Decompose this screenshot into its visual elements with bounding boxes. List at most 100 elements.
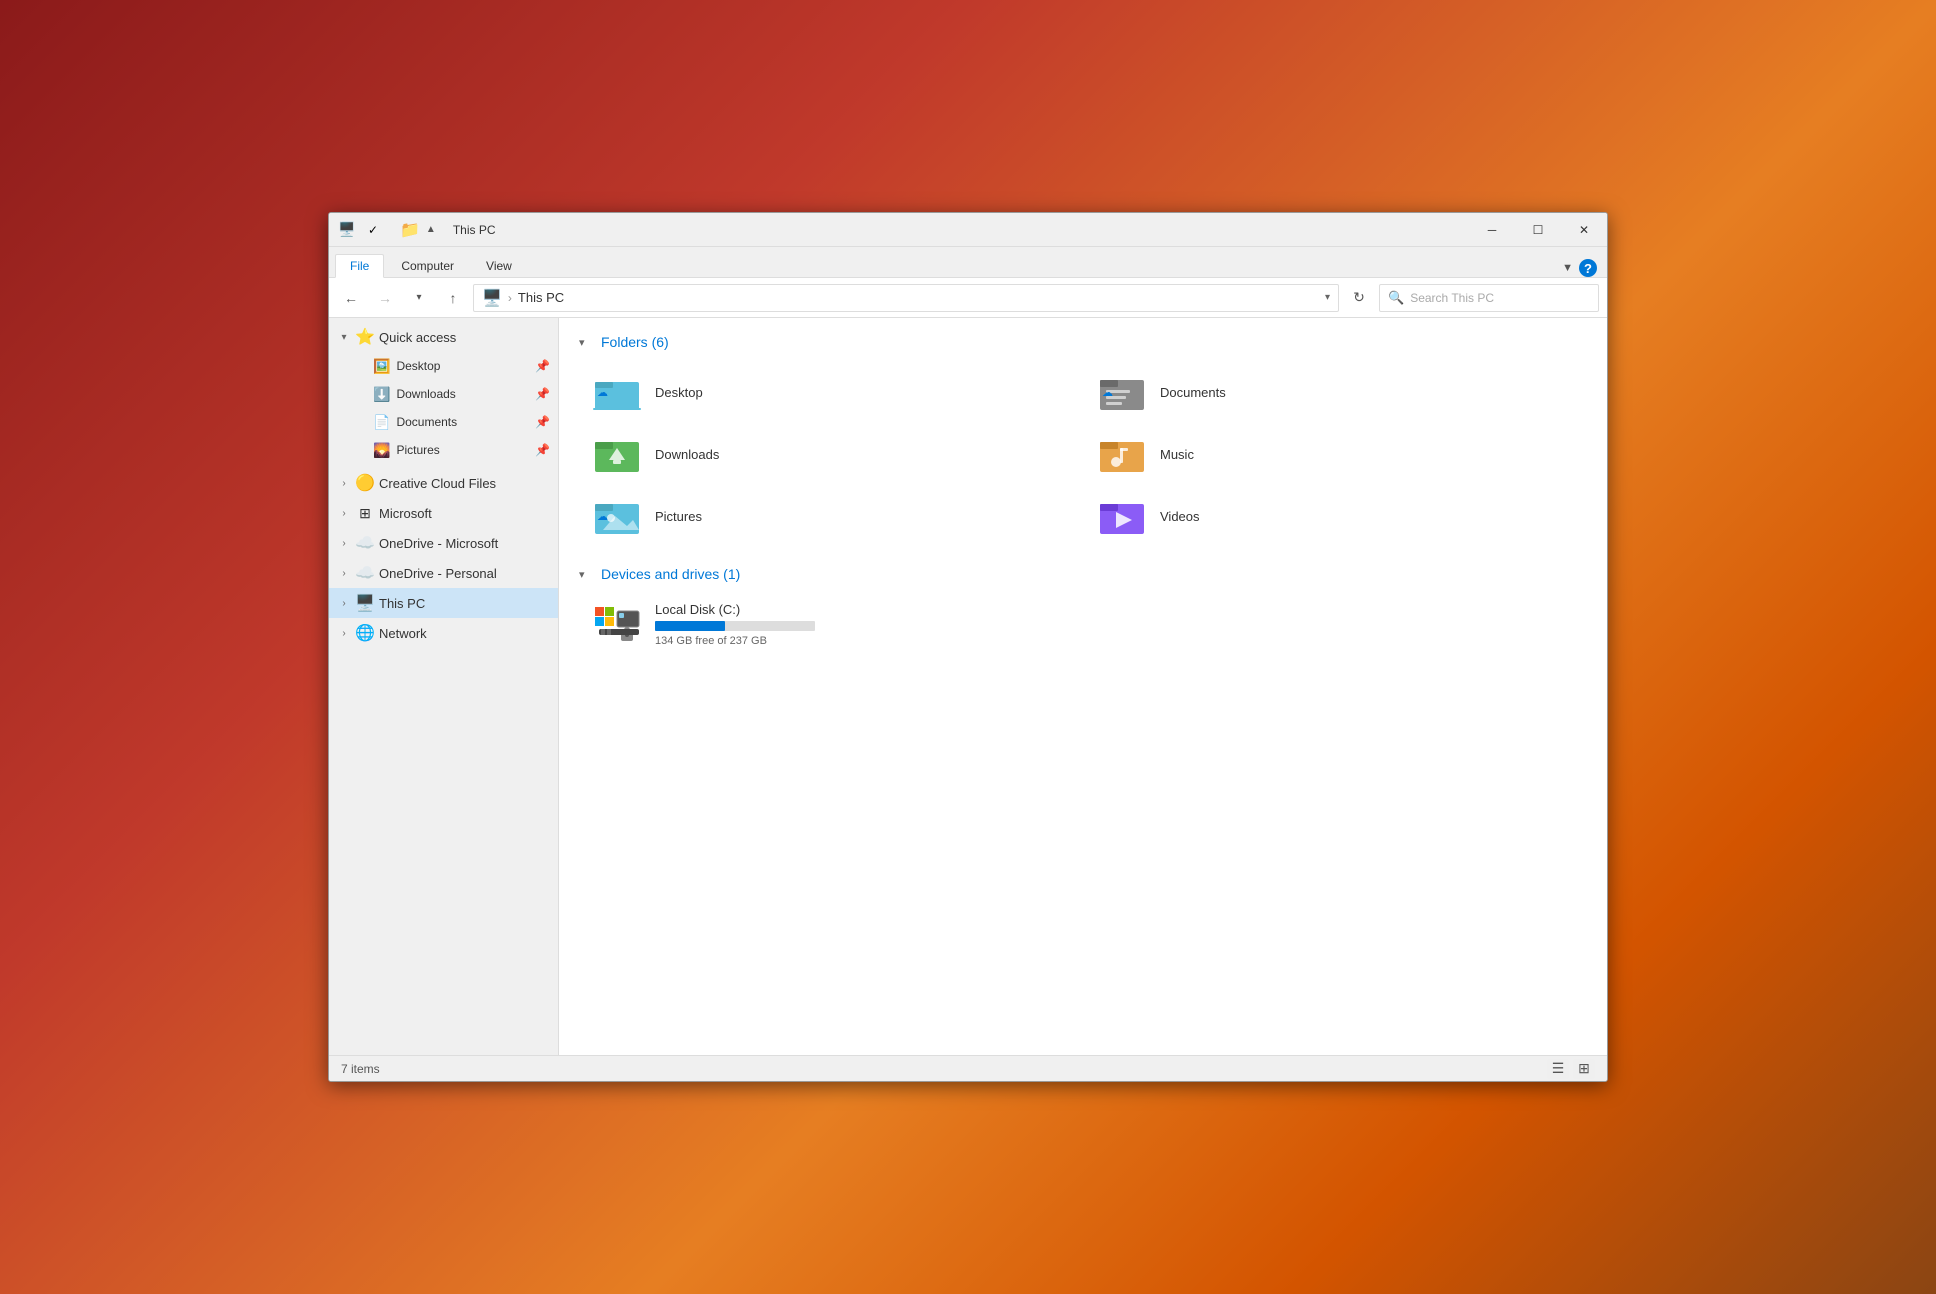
sidebar-label-pictures: Pictures xyxy=(396,443,439,457)
explorer-window: 🖥️ ✓ 📁 ▲ This PC ─ ☐ ✕ File Computer Vie… xyxy=(328,212,1608,1082)
ribbon: File Computer View ▼ ? xyxy=(329,247,1607,278)
videos-folder-name: Videos xyxy=(1160,509,1200,524)
sidebar-item-onedrive-ms[interactable]: › ☁️ OneDrive - Microsoft xyxy=(329,528,558,558)
sidebar-label-network: Network xyxy=(379,626,550,641)
window-app-icon: 🖥️ xyxy=(337,220,357,240)
main-content: ▾ ⭐ Quick access 🖼️ Desktop 📌 ⬇️ Downloa… xyxy=(329,318,1607,1055)
pin-icon-pictures: 📌 xyxy=(535,443,550,457)
drive-c-info: Local Disk (C:) 134 GB free of 237 GB xyxy=(655,602,815,647)
sidebar-label-microsoft: Microsoft xyxy=(379,506,550,521)
onedrive-personal-expand-icon: › xyxy=(337,568,351,579)
back-button[interactable]: ← xyxy=(337,284,365,312)
drive-c-name: Local Disk (C:) xyxy=(655,602,815,617)
music-folder-icon xyxy=(1096,432,1148,476)
folders-section-title: Folders (6) xyxy=(601,334,669,350)
minimize-button[interactable]: ─ xyxy=(1469,213,1515,246)
folders-collapse-button[interactable]: ▾ xyxy=(579,336,593,349)
sidebar-label-quick-access: Quick access xyxy=(379,330,550,345)
folder-item-pictures[interactable]: ☁ Pictures xyxy=(579,486,1082,546)
downloads-icon: ⬇️ xyxy=(373,386,390,403)
sidebar-label-onedrive-ms: OneDrive - Microsoft xyxy=(379,536,550,551)
drive-c-space: 134 GB free of 237 GB xyxy=(655,635,815,647)
desktop-folder-name: Desktop xyxy=(655,385,703,400)
grid-view-button[interactable]: ⊞ xyxy=(1573,1059,1595,1079)
sidebar-item-creative-cloud[interactable]: › 🟡 Creative Cloud Files xyxy=(329,468,558,498)
folder-item-desktop[interactable]: ☁ Desktop xyxy=(579,362,1082,422)
close-button[interactable]: ✕ xyxy=(1561,213,1607,246)
creative-cloud-expand-icon: › xyxy=(337,478,351,489)
this-pc-icon: 🖥️ xyxy=(355,593,375,613)
sidebar: ▾ ⭐ Quick access 🖼️ Desktop 📌 ⬇️ Downloa… xyxy=(329,318,559,1055)
sidebar-item-microsoft[interactable]: › ⊞ Microsoft xyxy=(329,498,558,528)
folder-icon: 📁 xyxy=(400,220,420,240)
network-icon: 🌐 xyxy=(355,623,375,643)
folder-item-documents[interactable]: ☁ Documents xyxy=(1084,362,1587,422)
drive-c-bar-fill xyxy=(655,621,725,631)
sidebar-label-downloads: Downloads xyxy=(396,387,455,401)
pin-icon-documents: 📌 xyxy=(535,415,550,429)
onedrive-ms-expand-icon: › xyxy=(337,538,351,549)
sidebar-item-network[interactable]: › 🌐 Network xyxy=(329,618,558,648)
up-button[interactable]: ↑ xyxy=(439,284,467,312)
path-separator: › xyxy=(508,291,512,305)
folder-item-music[interactable]: Music xyxy=(1084,424,1587,484)
creative-cloud-icon: 🟡 xyxy=(355,473,375,493)
videos-folder-icon xyxy=(1096,494,1148,538)
title-bar: 🖥️ ✓ 📁 ▲ This PC ─ ☐ ✕ xyxy=(329,213,1607,247)
desktop-icon: 🖼️ xyxy=(373,358,390,375)
documents-icon: 📄 xyxy=(373,414,390,431)
sidebar-item-downloads[interactable]: ⬇️ Downloads 📌 xyxy=(329,380,558,408)
status-bar: 7 items ☰ ⊞ xyxy=(329,1055,1607,1081)
recent-locations-button[interactable]: ▾ xyxy=(405,284,433,312)
quick-access-expand-icon: ▾ xyxy=(337,332,351,343)
up-arrow-icon: ▲ xyxy=(426,224,436,235)
items-count: 7 items xyxy=(341,1062,380,1076)
path-pc-icon: 🖥️ xyxy=(482,288,502,308)
forward-button[interactable]: → xyxy=(371,284,399,312)
maximize-button[interactable]: ☐ xyxy=(1515,213,1561,246)
sidebar-item-documents[interactable]: 📄 Documents 📌 xyxy=(329,408,558,436)
tab-view[interactable]: View xyxy=(471,254,527,277)
onedrive-ms-icon: ☁️ xyxy=(355,533,375,553)
list-view-button[interactable]: ☰ xyxy=(1547,1059,1569,1079)
ribbon-expand-icon[interactable]: ▼ xyxy=(1562,262,1573,274)
pictures-folder-name: Pictures xyxy=(655,509,702,524)
sidebar-item-pictures[interactable]: 🌄 Pictures 📌 xyxy=(329,436,558,464)
folder-item-downloads[interactable]: Downloads xyxy=(579,424,1082,484)
help-icon[interactable]: ? xyxy=(1579,259,1597,277)
search-box[interactable]: 🔍 Search This PC xyxy=(1379,284,1599,312)
title-bar-left: 🖥️ ✓ 📁 ▲ This PC xyxy=(329,213,1469,246)
drives-collapse-button[interactable]: ▾ xyxy=(579,568,593,581)
this-pc-expand-icon: › xyxy=(337,598,351,609)
pin-icon-downloads: 📌 xyxy=(535,387,550,401)
content-area: ▾ Folders (6) ☁ Desktop xyxy=(559,318,1607,1055)
folders-grid: ☁ Desktop ☁ xyxy=(579,362,1587,546)
sidebar-item-quick-access[interactable]: ▾ ⭐ Quick access xyxy=(329,322,558,352)
drive-item-c[interactable]: Local Disk (C:) 134 GB free of 237 GB xyxy=(579,594,859,655)
address-path[interactable]: 🖥️ › This PC ▾ xyxy=(473,284,1339,312)
folders-section-header: ▾ Folders (6) xyxy=(579,334,1587,350)
search-placeholder: Search This PC xyxy=(1410,291,1494,305)
cloud-icon-pictures: ☁ xyxy=(597,510,608,523)
sidebar-item-onedrive-personal[interactable]: › ☁️ OneDrive - Personal xyxy=(329,558,558,588)
drives-container: Local Disk (C:) 134 GB free of 237 GB xyxy=(579,594,1587,655)
sidebar-item-this-pc[interactable]: › 🖥️ This PC xyxy=(329,588,558,618)
path-text: This PC xyxy=(518,290,564,305)
address-bar: ← → ▾ ↑ 🖥️ › This PC ▾ ↻ 🔍 Search This P… xyxy=(329,278,1607,318)
sidebar-label-documents: Documents xyxy=(396,415,457,429)
quick-access-star-icon: ⭐ xyxy=(355,327,375,347)
sidebar-item-desktop[interactable]: 🖼️ Desktop 📌 xyxy=(329,352,558,380)
title-bar-controls: ─ ☐ ✕ xyxy=(1469,213,1607,246)
cloud-icon-desktop: ☁ xyxy=(597,386,608,399)
drives-section-header: ▾ Devices and drives (1) xyxy=(579,566,1587,582)
search-icon: 🔍 xyxy=(1388,290,1404,306)
refresh-button[interactable]: ↻ xyxy=(1345,284,1373,312)
sidebar-label-this-pc: This PC xyxy=(379,596,550,611)
folder-item-videos[interactable]: Videos xyxy=(1084,486,1587,546)
tab-computer[interactable]: Computer xyxy=(386,254,469,277)
sidebar-label-desktop: Desktop xyxy=(396,359,440,373)
tab-file[interactable]: File xyxy=(335,254,384,278)
cloud-icon-documents: ☁ xyxy=(1102,386,1113,399)
drive-c-bar-bg xyxy=(655,621,815,631)
window-title: This PC xyxy=(453,223,496,237)
